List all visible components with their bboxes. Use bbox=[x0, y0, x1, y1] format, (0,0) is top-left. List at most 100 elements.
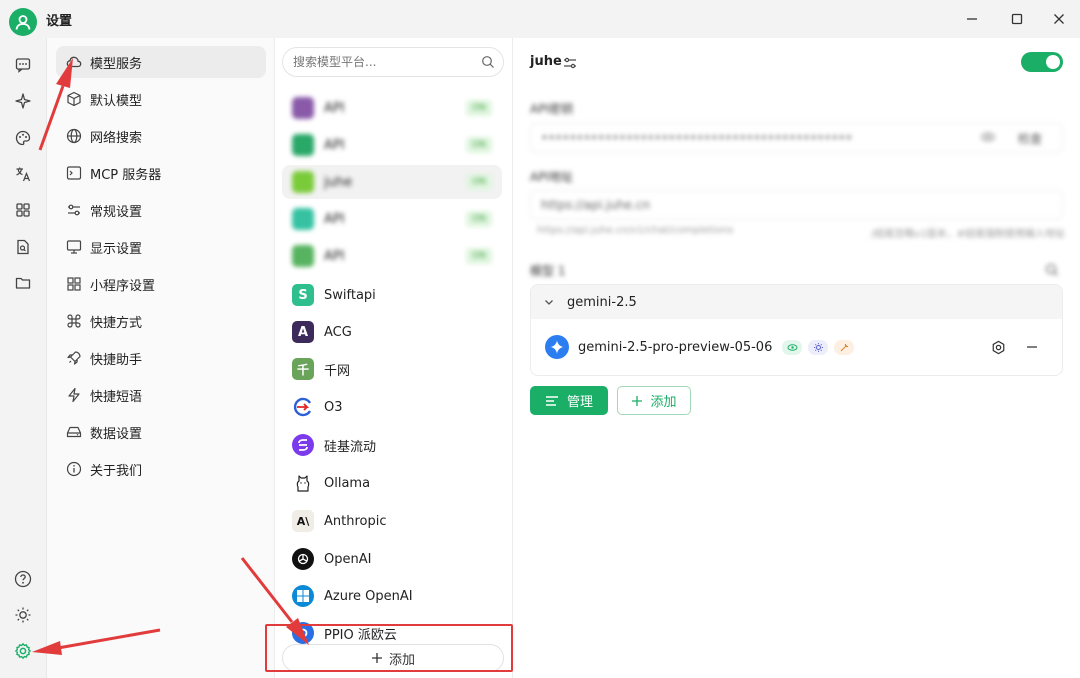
maximize-icon bbox=[1011, 13, 1023, 25]
check-button[interactable]: 检查 bbox=[1018, 130, 1042, 147]
toggle-knob bbox=[1046, 55, 1060, 69]
close-button[interactable] bbox=[1043, 6, 1075, 32]
close-icon bbox=[1054, 14, 1064, 24]
provider-item-openai[interactable]: OpenAI bbox=[282, 542, 502, 576]
provider-panel: API ON API ON juhe ON API ON API ON S Sw… bbox=[275, 38, 513, 678]
api-host-label: API地址 bbox=[530, 170, 573, 184]
provider-logo bbox=[292, 171, 314, 193]
siliconflow-logo-icon bbox=[292, 434, 314, 456]
title-bar: 设置 bbox=[0, 0, 1080, 38]
openai-logo-icon bbox=[292, 548, 314, 570]
icon-rail bbox=[0, 38, 46, 678]
minimize-button[interactable] bbox=[956, 6, 988, 32]
list-icon bbox=[545, 395, 558, 406]
provider-item-qianwang[interactable]: 千 千网 bbox=[282, 352, 502, 386]
search-icon bbox=[481, 55, 495, 69]
model-row: gemini-2.5-pro-preview-05-06 bbox=[531, 319, 1062, 375]
document-search-icon[interactable] bbox=[12, 236, 34, 258]
provider-name: juhe bbox=[530, 54, 562, 69]
translate-icon[interactable] bbox=[12, 163, 34, 185]
manage-models-button[interactable]: 管理 bbox=[530, 386, 608, 415]
nav-general-settings[interactable]: 常规设置 bbox=[56, 194, 266, 226]
anthropic-logo-icon: A\ bbox=[292, 510, 314, 532]
eye-icon[interactable] bbox=[981, 130, 995, 144]
drive-icon bbox=[66, 424, 82, 440]
provider-item-juhe[interactable]: juhe ON bbox=[282, 165, 502, 199]
provider-search-input[interactable] bbox=[282, 47, 504, 77]
provider-item-anthropic[interactable]: A\ Anthropic bbox=[282, 504, 502, 538]
zap-icon bbox=[66, 387, 82, 403]
model-search-icon[interactable] bbox=[1045, 263, 1059, 277]
model-name: gemini-2.5-pro-preview-05-06 bbox=[578, 339, 773, 355]
cube-icon bbox=[66, 91, 82, 107]
provider-settings-icon[interactable] bbox=[563, 56, 577, 70]
provider-item-acg[interactable]: A ACG bbox=[282, 315, 502, 349]
models-label: 模型 1 bbox=[530, 264, 566, 278]
chat-icon[interactable] bbox=[12, 54, 34, 76]
nav-model-service[interactable]: 模型服务 bbox=[56, 46, 266, 78]
acg-logo-icon: A bbox=[292, 321, 314, 343]
add-model-button[interactable]: 添加 bbox=[617, 386, 691, 415]
apps-grid-icon[interactable] bbox=[12, 199, 34, 221]
minimize-icon bbox=[967, 18, 977, 20]
nav-miniapp-settings[interactable]: 小程序设置 bbox=[56, 268, 266, 300]
vision-tag-icon bbox=[782, 339, 803, 355]
settings-gear-icon[interactable] bbox=[12, 640, 34, 662]
terminal-icon bbox=[66, 165, 82, 181]
provider-item[interactable]: API ON bbox=[282, 202, 502, 236]
provider-item-o3[interactable]: O3 bbox=[282, 390, 502, 424]
command-icon bbox=[66, 313, 82, 329]
add-provider-button[interactable]: 添加 bbox=[282, 644, 504, 672]
nav-mcp-servers[interactable]: MCP 服务器 bbox=[56, 157, 266, 189]
user-avatar[interactable] bbox=[9, 8, 37, 36]
enabled-badge: ON bbox=[466, 211, 492, 227]
provider-logo bbox=[292, 245, 314, 267]
info-icon bbox=[66, 461, 82, 477]
api-host-input[interactable]: https://api.juhe.cn bbox=[530, 190, 1063, 220]
chevron-down-icon bbox=[543, 296, 555, 308]
globe-icon bbox=[66, 128, 82, 144]
provider-item[interactable]: API ON bbox=[282, 128, 502, 162]
provider-item-swiftapi[interactable]: S Swiftapi bbox=[282, 278, 502, 312]
ppio-logo-icon bbox=[292, 622, 314, 644]
nav-about[interactable]: 关于我们 bbox=[56, 453, 266, 485]
remove-model-icon[interactable] bbox=[1023, 338, 1041, 356]
enabled-badge: ON bbox=[466, 248, 492, 264]
provider-item-siliconflow[interactable]: 硅基流动 bbox=[282, 428, 502, 462]
provider-item-azure-openai[interactable]: Azure OpenAI bbox=[282, 579, 502, 613]
nav-quick-assistant[interactable]: 快捷助手 bbox=[56, 342, 266, 374]
o3-logo-icon bbox=[292, 396, 314, 418]
plus-icon bbox=[371, 653, 382, 663]
nav-shortcuts[interactable]: 快捷方式 bbox=[56, 305, 266, 337]
provider-item[interactable]: API ON bbox=[282, 91, 502, 125]
model-settings-icon[interactable] bbox=[989, 338, 1007, 356]
swiftapi-logo-icon: S bbox=[292, 284, 314, 306]
azure-logo-icon bbox=[292, 585, 314, 607]
ollama-logo-icon bbox=[292, 472, 314, 494]
brightness-icon[interactable] bbox=[12, 604, 34, 626]
cloud-icon bbox=[66, 54, 82, 70]
sliders-icon bbox=[66, 202, 82, 218]
sparkle-icon[interactable] bbox=[12, 90, 34, 112]
nav-default-model[interactable]: 默认模型 bbox=[56, 83, 266, 115]
provider-logo bbox=[292, 208, 314, 230]
nav-web-search[interactable]: 网络搜索 bbox=[56, 120, 266, 152]
palette-icon[interactable] bbox=[12, 127, 34, 149]
nav-data-settings[interactable]: 数据设置 bbox=[56, 416, 266, 448]
rocket-icon bbox=[66, 350, 82, 366]
nav-quick-phrases[interactable]: 快捷短语 bbox=[56, 379, 266, 411]
enabled-badge: ON bbox=[466, 137, 492, 153]
provider-enable-toggle[interactable] bbox=[1021, 52, 1063, 72]
provider-item-ollama[interactable]: Ollama bbox=[282, 466, 502, 500]
folder-icon[interactable] bbox=[12, 272, 34, 294]
provider-item[interactable]: API ON bbox=[282, 239, 502, 273]
help-icon[interactable] bbox=[12, 568, 34, 590]
gemini-logo-icon bbox=[545, 335, 569, 359]
qianwang-logo-icon: 千 bbox=[292, 358, 314, 380]
model-group-header[interactable]: gemini-2.5 bbox=[531, 285, 1062, 319]
settings-nav: 模型服务 默认模型 网络搜索 MCP 服务器 常规设置 显示设置 小程序设置 快… bbox=[46, 38, 275, 678]
maximize-button[interactable] bbox=[1001, 6, 1033, 32]
provider-logo bbox=[292, 134, 314, 156]
nav-display-settings[interactable]: 显示设置 bbox=[56, 231, 266, 263]
provider-detail: juhe API密钥 •••••••••••••••••••••••••••••… bbox=[513, 38, 1080, 678]
